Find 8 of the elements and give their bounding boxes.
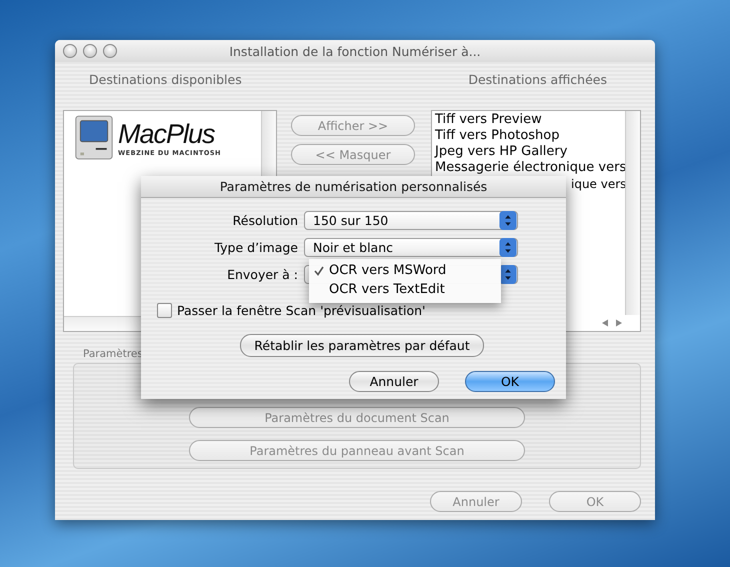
- sheet-title: Paramètres de numérisation personnalisés: [220, 179, 488, 194]
- logo-text: MacPlus: [118, 119, 216, 149]
- field-label: Envoyer à :: [226, 266, 299, 282]
- window-title: Installation de la fonction Numériser à...: [228, 44, 482, 58]
- field-label: Résolution: [232, 212, 299, 228]
- list-heading: Destinations affichées: [468, 72, 607, 89]
- list-heading: Destinations disponibles: [89, 72, 242, 89]
- field-label: Type d’image: [213, 240, 299, 254]
